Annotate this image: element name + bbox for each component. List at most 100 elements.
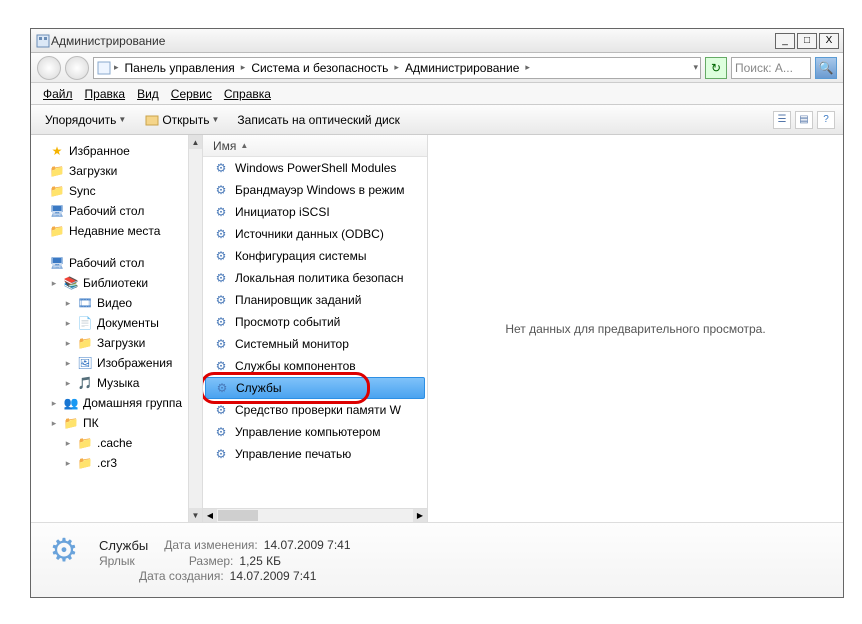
shortcut-icon: ⚙ — [214, 380, 230, 396]
scroll-left-icon[interactable]: ◀ — [203, 509, 217, 522]
details-type: Ярлык — [99, 554, 135, 568]
control-panel-icon — [35, 33, 51, 49]
horizontal-scrollbar[interactable]: ◀ ▶ — [203, 508, 427, 522]
forward-button[interactable] — [65, 56, 89, 80]
titlebar: Администрирование _ □ X — [31, 29, 843, 53]
chevron-down-icon: ▼ — [118, 115, 126, 124]
back-button[interactable] — [37, 56, 61, 80]
chevron-right-icon: ▸ — [114, 62, 119, 73]
menubar: Файл Правка Вид Сервис Справка — [31, 83, 843, 105]
address-bar[interactable]: ▸ Панель управления ▸ Система и безопасн… — [93, 57, 701, 79]
tree-desktop-fav[interactable]: 🖥Рабочий стол — [31, 201, 188, 221]
tree-favorites[interactable]: ★Избранное — [31, 141, 188, 161]
tree-scrollbar[interactable]: ▲ ▼ — [188, 135, 202, 522]
chevron-down-icon[interactable]: ▾ — [693, 62, 698, 73]
tree-documents[interactable]: ▸📄Документы — [31, 313, 188, 333]
pc-icon: 📁 — [63, 415, 79, 431]
desktop-icon: 🖥 — [49, 255, 65, 271]
list-item[interactable]: ⚙Windows PowerShell Modules — [203, 157, 427, 179]
list-item[interactable]: ⚙Средство проверки памяти W — [203, 399, 427, 421]
scrollbar-thumb[interactable] — [218, 510, 258, 521]
tree-downloads[interactable]: 📁Загрузки — [31, 161, 188, 181]
tree-homegroup[interactable]: ▸👥Домашняя группа — [31, 393, 188, 413]
list-item[interactable]: ⚙Брандмауэр Windows в режим — [203, 179, 427, 201]
breadcrumb[interactable]: Система и безопасность — [247, 59, 392, 77]
list-item[interactable]: ⚙Службы компонентов — [203, 355, 427, 377]
desktop-icon: 🖥 — [49, 203, 65, 219]
search-button[interactable]: 🔍 — [815, 57, 837, 79]
video-icon: 🎞 — [77, 295, 93, 311]
help-icon[interactable]: ? — [817, 111, 835, 129]
maximize-button[interactable]: □ — [797, 33, 817, 49]
breadcrumb[interactable]: Администрирование — [401, 59, 523, 77]
folder-icon: 📁 — [77, 455, 93, 471]
tree-pc[interactable]: ▸📁ПК — [31, 413, 188, 433]
search-input[interactable]: Поиск: А... — [731, 57, 811, 79]
organize-button[interactable]: Упорядочить ▼ — [39, 110, 132, 130]
list-item[interactable]: ⚙Инициатор iSCSI — [203, 201, 427, 223]
preview-message: Нет данных для предварительного просмотр… — [505, 322, 765, 336]
tree-downloads2[interactable]: ▸📁Загрузки — [31, 333, 188, 353]
chevron-right-icon: ▸ — [394, 62, 399, 73]
scroll-up-icon[interactable]: ▲ — [189, 135, 202, 149]
chevron-right-icon: ▸ — [241, 62, 246, 73]
list-item[interactable]: ⚙Источники данных (ODBC) — [203, 223, 427, 245]
details-pane: ⚙ Службы Дата изменения: 14.07.2009 7:41… — [31, 522, 843, 597]
view-large-icon[interactable]: ☰ — [773, 111, 791, 129]
tree-sync[interactable]: 📁Sync — [31, 181, 188, 201]
list-item[interactable]: ⚙Просмотр событий — [203, 311, 427, 333]
gear-icon: ⚙ — [43, 529, 85, 571]
open-button[interactable]: Открыть ▼ — [138, 109, 225, 131]
libraries-icon: 📚 — [63, 275, 79, 291]
scroll-down-icon[interactable]: ▼ — [189, 508, 202, 522]
tree-music[interactable]: ▸🎵Музыка — [31, 373, 188, 393]
close-button[interactable]: X — [819, 33, 839, 49]
shortcut-icon: ⚙ — [213, 402, 229, 418]
scroll-right-icon[interactable]: ▶ — [413, 509, 427, 522]
tree-images[interactable]: ▸🖼Изображения — [31, 353, 188, 373]
file-list: Имя ▲ ⚙Windows PowerShell Modules ⚙Бранд… — [203, 135, 428, 522]
shortcut-icon: ⚙ — [213, 160, 229, 176]
open-icon — [144, 112, 160, 128]
expand-icon[interactable]: ▸ — [49, 278, 59, 289]
tree-cr3[interactable]: ▸📁.cr3 — [31, 453, 188, 473]
column-header-name[interactable]: Имя ▲ — [203, 135, 427, 157]
shortcut-icon: ⚙ — [213, 292, 229, 308]
tree-libraries[interactable]: ▸📚Библиотеки — [31, 273, 188, 293]
tree-video[interactable]: ▸🎞Видео — [31, 293, 188, 313]
menu-help[interactable]: Справка — [218, 85, 277, 103]
shortcut-icon: ⚙ — [213, 446, 229, 462]
navbar: ▸ Панель управления ▸ Система и безопасн… — [31, 53, 843, 83]
content: ★Избранное 📁Загрузки 📁Sync 🖥Рабочий стол… — [31, 135, 843, 522]
folder-icon: 📁 — [77, 335, 93, 351]
search-placeholder: Поиск: А... — [735, 61, 793, 75]
menu-service[interactable]: Сервис — [165, 85, 218, 103]
tree-recent[interactable]: 📁Недавние места — [31, 221, 188, 241]
view-preview-icon[interactable]: ▤ — [795, 111, 813, 129]
tree-cache[interactable]: ▸📁.cache — [31, 433, 188, 453]
folder-icon: 📁 — [49, 183, 65, 199]
sort-asc-icon: ▲ — [240, 141, 248, 150]
list-item[interactable]: ⚙Планировщик заданий — [203, 289, 427, 311]
chevron-right-icon: ▸ — [525, 62, 530, 73]
list-item[interactable]: ⚙Конфигурация системы — [203, 245, 427, 267]
toolbar: Упорядочить ▼ Открыть ▼ Записать на опти… — [31, 105, 843, 135]
menu-file[interactable]: Файл — [37, 85, 79, 103]
list-item[interactable]: ⚙Системный монитор — [203, 333, 427, 355]
view-options: ☰ ▤ ? — [773, 111, 835, 129]
menu-view[interactable]: Вид — [131, 85, 165, 103]
tree-desktop[interactable]: 🖥Рабочий стол — [31, 253, 188, 273]
shortcut-icon: ⚙ — [213, 336, 229, 352]
list-item[interactable]: ⚙Управление компьютером — [203, 421, 427, 443]
menu-edit[interactable]: Правка — [79, 85, 132, 103]
list-item[interactable]: ⚙Локальная политика безопасн — [203, 267, 427, 289]
list-item[interactable]: ⚙Управление печатью — [203, 443, 427, 465]
burn-button[interactable]: Записать на оптический диск — [231, 110, 406, 130]
breadcrumb[interactable]: Панель управления — [121, 59, 239, 77]
window-title: Администрирование — [51, 34, 773, 48]
folder-icon: 📁 — [77, 435, 93, 451]
minimize-button[interactable]: _ — [775, 33, 795, 49]
music-icon: 🎵 — [77, 375, 93, 391]
list-item-selected[interactable]: ⚙Службы — [205, 377, 425, 399]
refresh-button[interactable]: ↻ — [705, 57, 727, 79]
